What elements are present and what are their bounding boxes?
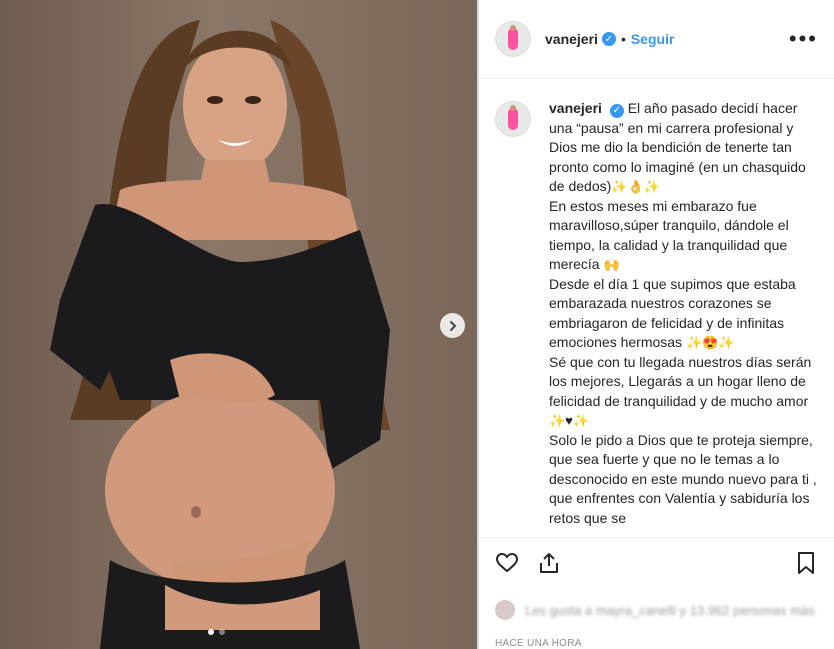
avatar[interactable] — [495, 21, 531, 57]
caption: vanejeri ✓ El año pasado decidí hacer un… — [495, 99, 818, 528]
verified-badge-icon: ✓ — [609, 103, 624, 118]
chevron-right-icon — [449, 320, 456, 331]
carousel-indicator — [208, 629, 225, 635]
liker-avatar — [495, 600, 515, 620]
comments-area[interactable]: vanejeri ✓ El año pasado decidí hacer un… — [479, 79, 834, 537]
heart-icon[interactable] — [495, 551, 519, 575]
caption-body: vanejeri ✓ El año pasado decidí hacer un… — [549, 99, 818, 528]
carousel-dot — [219, 629, 225, 635]
post-media[interactable] — [0, 0, 477, 649]
likes-summary[interactable]: Les gusta a mayra_canelli y 13.962 perso… — [479, 588, 834, 632]
separator-dot: • — [620, 31, 626, 47]
post-photo — [50, 20, 390, 649]
caption-emoji-3: ✨😍✨ — [685, 335, 735, 350]
action-bar — [479, 537, 834, 588]
share-icon[interactable] — [537, 551, 561, 575]
post-sidebar: vanejeri ✓ • Seguir ••• vanejeri ✓ El añ… — [479, 0, 834, 649]
likes-text[interactable]: Les gusta a mayra_canelli y 13.962 perso… — [525, 603, 815, 618]
more-options-icon[interactable]: ••• — [789, 26, 818, 52]
caption-emoji-2: 🙌 — [603, 257, 620, 272]
next-image-button[interactable] — [440, 313, 465, 338]
caption-emoji-4: ✨♥✨ — [549, 413, 590, 428]
carousel-dot-active — [208, 629, 214, 635]
bookmark-icon[interactable] — [794, 551, 818, 575]
post-header: vanejeri ✓ • Seguir ••• — [479, 0, 834, 79]
post-author[interactable]: vanejeri — [545, 31, 598, 47]
follow-button[interactable]: Seguir — [631, 31, 675, 47]
caption-text-5: Solo le pido a Dios que te proteja siemp… — [549, 431, 817, 526]
post-timestamp: HACE UNA HORA — [495, 638, 582, 649]
post-modal: vanejeri ✓ • Seguir ••• vanejeri ✓ El añ… — [0, 0, 834, 649]
caption-text-4: Sé que con tu llegada nuestros días será… — [549, 353, 812, 409]
caption-text-2: En estos meses mi embarazo fue maravillo… — [549, 197, 789, 273]
caption-text-3: Desde el día 1 que supimos que estaba em… — [549, 275, 796, 351]
caption-author[interactable]: vanejeri — [549, 100, 602, 116]
caption-emoji-1: ✨👌✨ — [611, 179, 660, 194]
caption-avatar[interactable] — [495, 101, 531, 137]
verified-badge-icon: ✓ — [601, 32, 616, 46]
